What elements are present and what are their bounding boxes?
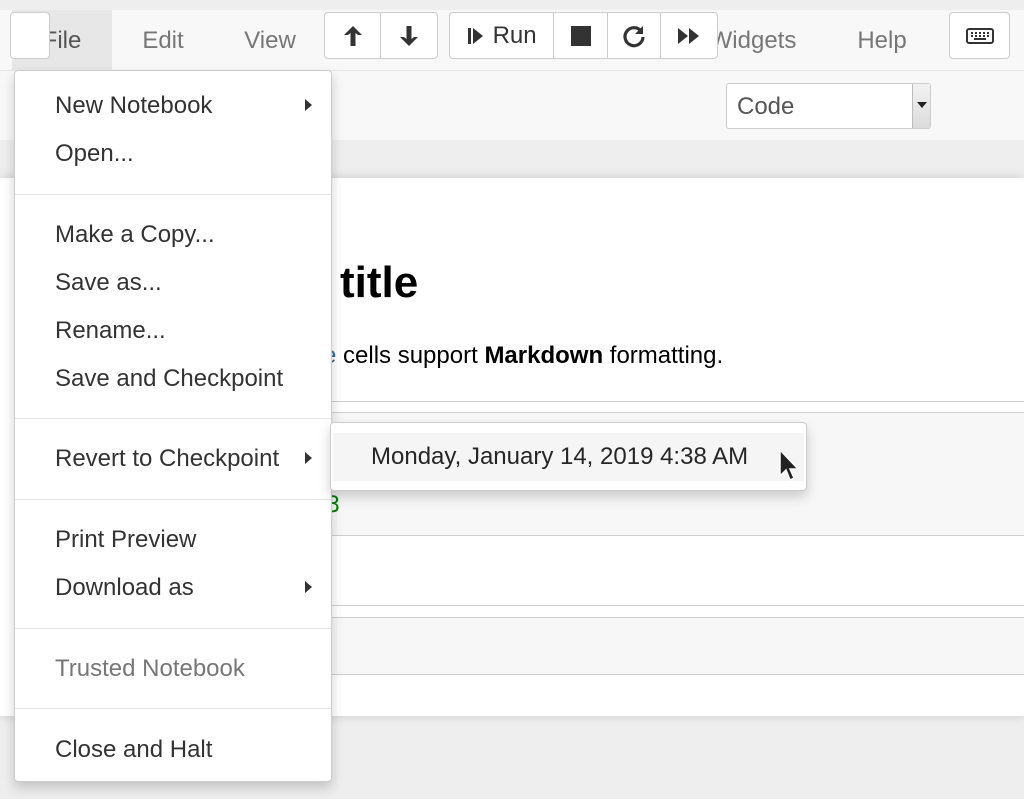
output-area <box>300 536 1024 606</box>
refresh-icon <box>623 25 645 47</box>
mouse-cursor-icon <box>779 448 800 482</box>
run-button[interactable]: Run <box>450 13 553 58</box>
menu-item-download-as[interactable]: Download as <box>55 574 194 602</box>
menu-divider <box>15 708 331 709</box>
run-buttons-group: Run <box>449 12 718 59</box>
arrow-down-icon <box>400 25 418 46</box>
paragraph-text-after: formatting. <box>603 342 724 369</box>
move-up-button[interactable] <box>325 13 380 58</box>
markdown-paragraph: e cells support Markdown formatting. <box>323 342 723 370</box>
menu-item-new-notebook[interactable]: New Notebook <box>55 92 212 120</box>
menu-edit[interactable]: Edit <box>122 10 204 71</box>
stop-icon <box>570 25 591 46</box>
cell-type-select[interactable]: Code <box>726 83 931 129</box>
menu-item-trusted-notebook: Trusted Notebook <box>55 655 245 682</box>
move-buttons-group <box>324 12 438 59</box>
keyboard-shortcuts-group <box>949 12 1010 59</box>
fast-forward-icon <box>678 27 700 44</box>
move-down-button[interactable] <box>380 13 437 58</box>
menu-item-close-halt[interactable]: Close and Halt <box>55 736 212 764</box>
menu-item-revert-checkpoint[interactable]: Revert to Checkpoint <box>55 445 279 473</box>
dropdown-arrow-icon <box>912 84 930 128</box>
code-cell-empty[interactable] <box>300 617 1024 675</box>
menu-item-print-preview[interactable]: Print Preview <box>55 526 196 554</box>
run-label: Run <box>492 21 537 49</box>
checkpoint-item[interactable]: Monday, January 14, 2019 4:38 AM <box>333 433 804 481</box>
submenu-caret-icon <box>305 581 312 593</box>
menu-view[interactable]: View <box>226 10 314 71</box>
menu-item-save-as[interactable]: Save as... <box>55 269 162 297</box>
markdown-heading: title <box>340 258 419 307</box>
toolbar-hidden-group <box>10 12 50 59</box>
file-dropdown-menu: New Notebook Open... Make a Copy... Save… <box>14 70 332 782</box>
menu-divider <box>15 418 331 419</box>
keyboard-icon <box>965 27 994 44</box>
cell-type-value: Code <box>737 93 795 120</box>
menu-divider <box>15 628 331 629</box>
paragraph-bold: Markdown <box>484 342 604 369</box>
cell-separator <box>300 401 1024 402</box>
paragraph-text-before: cells support <box>336 342 485 369</box>
restart-button[interactable] <box>606 13 661 58</box>
revert-checkpoint-submenu: Monday, January 14, 2019 4:38 AM <box>330 422 807 491</box>
menu-divider <box>15 499 331 500</box>
step-forward-icon <box>467 27 483 44</box>
interrupt-button[interactable] <box>553 13 607 58</box>
run-all-button[interactable] <box>660 13 717 58</box>
keyboard-shortcuts-button[interactable] <box>950 13 1009 58</box>
menu-item-open[interactable]: Open... <box>55 140 134 168</box>
menu-item-rename[interactable]: Rename... <box>55 317 166 345</box>
arrow-up-icon <box>343 25 362 46</box>
menu-item-save-checkpoint[interactable]: Save and Checkpoint <box>55 365 283 393</box>
submenu-caret-icon <box>305 452 312 464</box>
menu-item-make-copy[interactable]: Make a Copy... <box>55 221 215 249</box>
menu-help[interactable]: Help <box>838 10 926 71</box>
menu-divider <box>15 194 331 195</box>
submenu-caret-icon <box>305 99 312 111</box>
